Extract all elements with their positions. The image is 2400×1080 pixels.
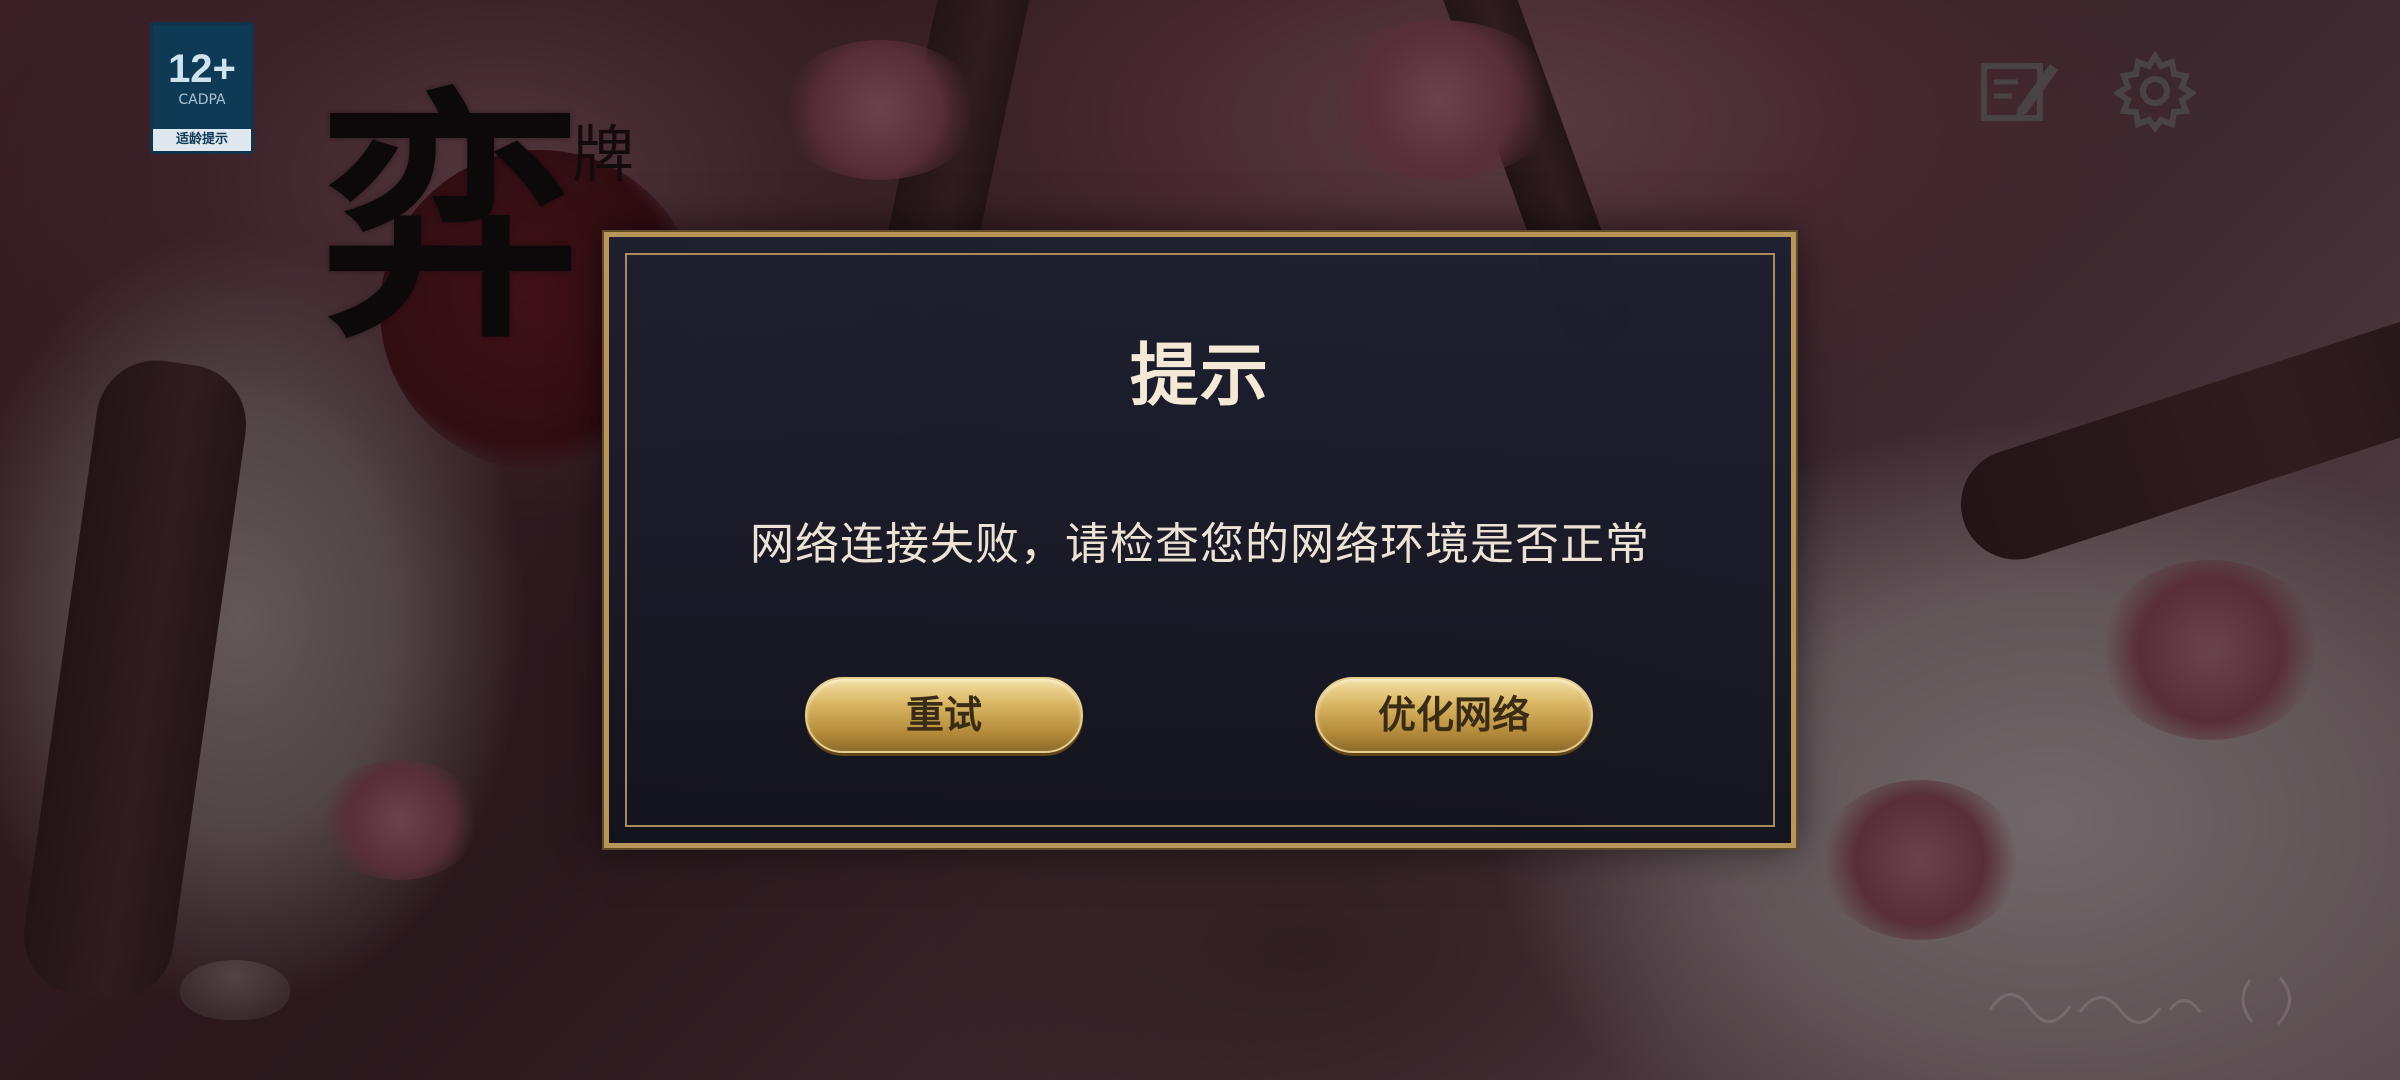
studio-signature-logo xyxy=(1988,976,2291,1026)
optimize-network-button[interactable]: 优化网络 xyxy=(1315,677,1593,753)
age-rating-number: 12+ xyxy=(168,47,236,91)
edit-notice-icon xyxy=(1981,63,2058,121)
retry-button[interactable]: 重试 xyxy=(805,677,1083,753)
dialog-title: 提示 xyxy=(1129,337,1270,416)
age-rating-badge[interactable]: 12+ CADPA 适龄提示 xyxy=(150,22,254,154)
age-rating-footer: 适龄提示 xyxy=(153,129,251,151)
dialog-message: 网络连接失败，请检查您的网络环境是否正常 xyxy=(750,519,1650,570)
network-error-dialog: 提示 网络连接失败，请检查您的网络环境是否正常 重试 优化网络 xyxy=(604,232,1796,848)
age-rating-subtitle: CADPA xyxy=(178,92,226,108)
gear-icon xyxy=(2112,50,2198,133)
settings-button[interactable] xyxy=(2112,50,2198,133)
game-screen: 弈 牌 12+ CADPA 适龄提示 xyxy=(0,0,2400,1080)
notice-button[interactable] xyxy=(1978,50,2060,132)
